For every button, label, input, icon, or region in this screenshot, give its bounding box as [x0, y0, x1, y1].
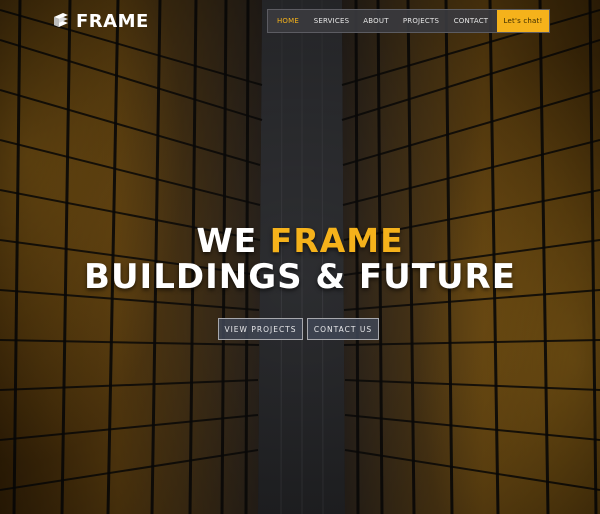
hero-section: FRAME HOME SERVICES ABOUT PROJECTS CONTA…	[0, 0, 600, 514]
hero-title-line1: WE FRAME	[0, 222, 600, 260]
contact-us-button[interactable]: CONTACT US	[307, 318, 379, 340]
hero-title-accent: FRAME	[269, 221, 404, 260]
view-projects-button[interactable]: VIEW PROJECTS	[218, 318, 303, 340]
brand-name: FRAME	[76, 10, 149, 32]
nav-item-projects[interactable]: PROJECTS	[397, 10, 445, 32]
main-navigation: HOME SERVICES ABOUT PROJECTS CONTACT Let…	[267, 9, 550, 33]
lets-chat-button[interactable]: Let's chat!	[497, 10, 549, 32]
nav-item-home[interactable]: HOME	[268, 10, 308, 32]
hero-title-prefix: WE	[196, 221, 258, 260]
nav-item-services[interactable]: SERVICES	[308, 10, 355, 32]
hero-title-line2: BUILDINGS & FUTURE	[84, 257, 516, 297]
frame-logo-icon	[52, 12, 70, 30]
brand-logo[interactable]: FRAME	[52, 10, 149, 32]
nav-item-about[interactable]: ABOUT	[355, 10, 397, 32]
nav-item-contact[interactable]: CONTACT	[445, 10, 497, 32]
